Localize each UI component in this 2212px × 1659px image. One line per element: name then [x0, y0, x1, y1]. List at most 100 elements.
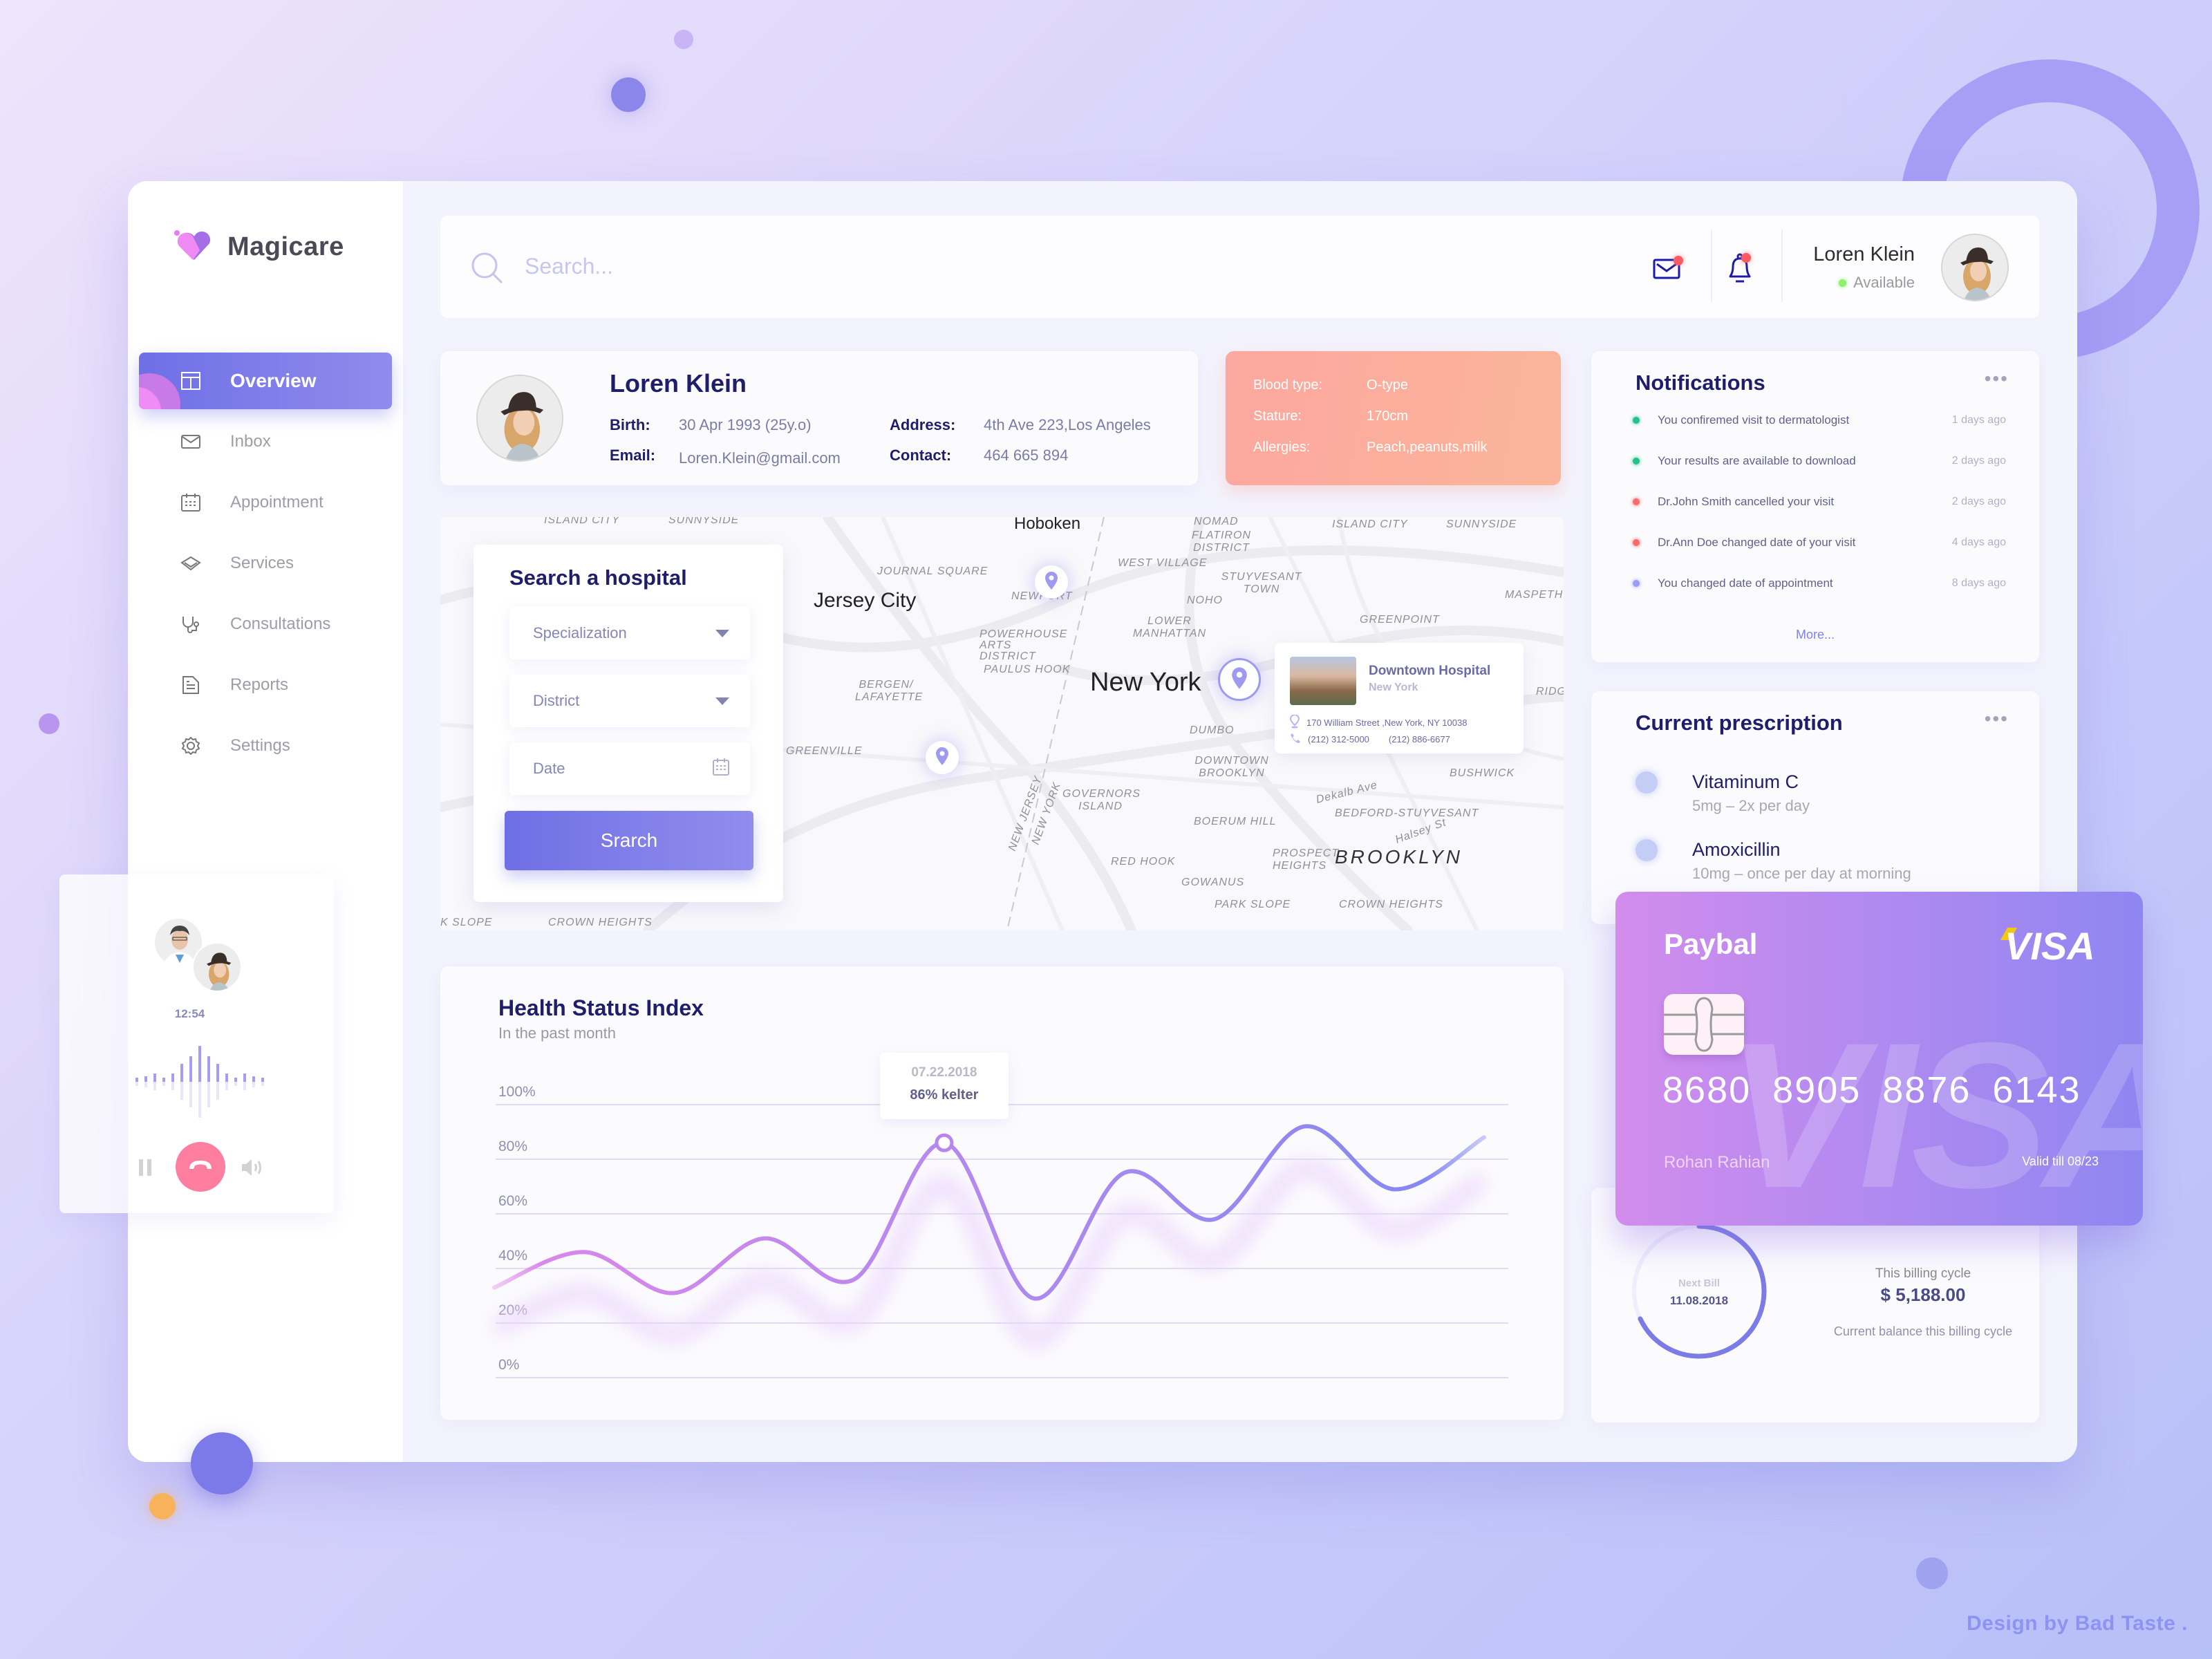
- search-button[interactable]: Srarch: [505, 811, 753, 870]
- mail-icon: [1651, 259, 1682, 285]
- hospital-info-card[interactable]: Downtown Hospital New York 170 William S…: [1275, 643, 1524, 753]
- logo[interactable]: Magicare: [174, 229, 344, 265]
- decorative-bubble: [1916, 1557, 1948, 1589]
- notification-item[interactable]: Dr.John Smith cancelled your visit 2 days…: [1633, 495, 2006, 509]
- contact-row: Contact: 464 665 894: [890, 447, 1068, 465]
- notification-item[interactable]: You confiremed visit to dermatologist 1 d…: [1633, 413, 2006, 427]
- pill-dot-icon: [1635, 771, 1658, 794]
- district-select[interactable]: District: [509, 675, 750, 727]
- map-label: Red Hook: [1111, 856, 1176, 868]
- hospital-phone[interactable]: (212) 312-5000: [1308, 734, 1369, 744]
- notification-item[interactable]: You changed date of appointment 8 days ag…: [1633, 577, 2006, 590]
- decorative-bubble: [149, 1493, 176, 1519]
- wave-bar: [180, 1064, 183, 1082]
- mail-icon: [180, 431, 201, 452]
- chart-title: Health Status Index: [498, 995, 704, 1020]
- design-credit: Design by Bad Taste .: [1967, 1612, 2188, 1635]
- search-input[interactable]: [525, 249, 1009, 283]
- next-bill-label: Next Bill: [1678, 1277, 1720, 1289]
- wave-bar-reflection: [162, 1082, 165, 1087]
- map-pin-selected[interactable]: [1218, 658, 1261, 701]
- wave-bar: [153, 1073, 156, 1082]
- blood-type-row: Blood type: O-type: [1253, 377, 1533, 409]
- more-options-button[interactable]: •••: [1985, 368, 2009, 390]
- medical-info-card: Blood type: O-type Stature: 170cm Allerg…: [1226, 351, 1561, 485]
- payment-card[interactable]: VISA Paybal VISA 8680 8905 8876 6143 Roh…: [1615, 892, 2143, 1226]
- sidebar-item-label: Settings: [230, 736, 290, 755]
- medication-dose: 5mg – 2x per day: [1692, 797, 1810, 814]
- wave-bar: [225, 1073, 228, 1082]
- billing-amount: $ 5,188.00: [1880, 1284, 1966, 1305]
- sidebar-item-settings[interactable]: Settings: [139, 718, 392, 774]
- end-call-button[interactable]: [176, 1142, 225, 1192]
- map-label: Crown Heights: [548, 917, 653, 928]
- prescription-item: Amoxicillin 10mg – once per day at morni…: [1635, 839, 1911, 883]
- notification-item[interactable]: Dr.Ann Doe changed date of your visit 4 d…: [1633, 536, 2006, 550]
- highlighted-data-point[interactable]: [935, 1133, 954, 1152]
- map-label: Crown Heights: [1339, 899, 1443, 910]
- notification-time: 4 days ago: [1951, 536, 2006, 548]
- notification-text: Your results are available to download: [1658, 454, 1856, 467]
- hospital-address-text: 170 William Street ,New York, NY 10038: [1306, 718, 1468, 728]
- birth-label: Birth:: [610, 416, 650, 433]
- map-label: Paulus Hook: [984, 664, 1071, 675]
- sidebar-item-inbox[interactable]: Inbox: [139, 413, 392, 470]
- map-label: Stuyvesant Town: [1221, 571, 1302, 595]
- map-pin[interactable]: [1035, 565, 1068, 599]
- sidebar-item-services[interactable]: Services: [139, 535, 392, 592]
- medication-name: Amoxicillin: [1692, 839, 1781, 860]
- wave-bar-reflection: [144, 1082, 147, 1088]
- sidebar-item-label: Services: [230, 554, 294, 572]
- specialization-select[interactable]: Specialization: [509, 607, 750, 659]
- stature-row: Stature: 170cm: [1253, 409, 1533, 440]
- more-notifications-link[interactable]: More...: [1591, 628, 2039, 642]
- hospital-address: 170 William Street ,New York, NY 10038: [1289, 714, 1468, 731]
- speaker-button[interactable]: [241, 1158, 264, 1181]
- notification-item[interactable]: Your results are available to download 2 …: [1633, 454, 2006, 468]
- wave-bar-reflection: [243, 1082, 246, 1091]
- sidebar-item-reports[interactable]: Reports: [139, 657, 392, 713]
- visa-logo: VISA: [2005, 924, 2095, 968]
- date-input-placeholder: Date: [533, 760, 565, 777]
- notifications-button[interactable]: [1725, 252, 1758, 285]
- diamond-icon: [180, 553, 201, 574]
- map-label: Sunnyside: [668, 517, 740, 526]
- hospital-map[interactable]: Island City Sunnyside Hoboken Jersey Cit…: [440, 517, 1564, 930]
- divider: [1781, 229, 1783, 302]
- user-avatar[interactable]: [1941, 234, 2009, 301]
- wave-bar: [243, 1073, 246, 1082]
- date-input[interactable]: Date: [509, 742, 750, 795]
- patient-avatar: [476, 375, 563, 462]
- map-label: Bedford-Stuyvesant: [1335, 807, 1479, 819]
- district-select-value: District: [533, 692, 580, 709]
- health-status-chart: 0% 20% 40% 60% 80% 100% Health Status Index I…: [440, 966, 1564, 1420]
- blood-type-value: O-type: [1367, 377, 1409, 393]
- map-label: Island City: [544, 517, 620, 526]
- sidebar-item-consultations[interactable]: Consultations: [139, 596, 392, 653]
- map-label: West Village: [1118, 557, 1208, 569]
- medication-dose: 10mg – once per day at morning: [1692, 865, 1911, 882]
- sidebar-item-overview[interactable]: Overview: [139, 353, 392, 409]
- wave-bar-reflection: [153, 1082, 156, 1091]
- wave-bar-reflection: [261, 1082, 264, 1087]
- sidebar-item-label: Consultations: [230, 615, 331, 633]
- sidebar-item-appointment[interactable]: Appointment: [139, 474, 392, 531]
- wave-bar-reflection: [189, 1082, 192, 1108]
- top-bar: Loren Klein Available: [440, 216, 2039, 318]
- notification-text: Dr.John Smith cancelled your visit: [1658, 495, 1835, 508]
- wave-bar-reflection: [135, 1082, 138, 1087]
- tooltip-date: 07.22.2018: [911, 1065, 977, 1080]
- mail-button[interactable]: [1651, 252, 1685, 285]
- hospital-phone[interactable]: (212) 886-6677: [1389, 734, 1450, 744]
- map-label: Bushwick: [1450, 767, 1515, 779]
- email-row: Email: Loren.Klein@gmail.com: [610, 447, 841, 467]
- pause-button[interactable]: [139, 1159, 151, 1179]
- map-pin[interactable]: [926, 741, 959, 774]
- map-label: Downtown Brooklyn: [1194, 755, 1269, 779]
- email-value[interactable]: Loren.Klein@gmail.com: [679, 449, 841, 467]
- wave-bar: [216, 1064, 219, 1082]
- notifications-card: Notifications ••• You confiremed visit t…: [1591, 351, 2039, 662]
- map-label: Governors Island: [1062, 788, 1141, 812]
- more-options-button[interactable]: •••: [1985, 708, 2009, 730]
- wave-bar-reflection: [180, 1082, 183, 1100]
